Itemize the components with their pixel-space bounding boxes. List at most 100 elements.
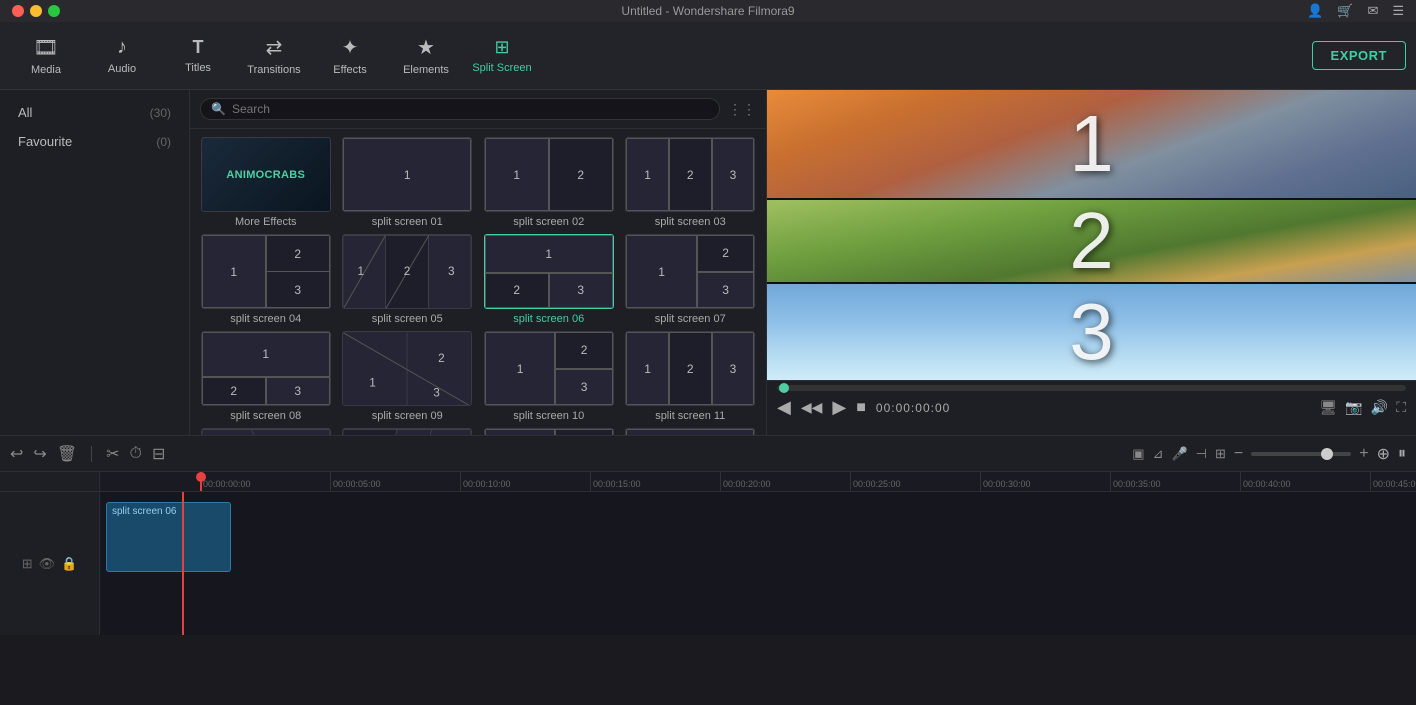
toolbar-titles[interactable]: T Titles — [162, 27, 234, 85]
split-screen-13-svg: 2 1 3 — [343, 429, 471, 435]
timeline-ruler: 00:00:00:00 00:00:05:00 00:00:10:00 00:0… — [100, 472, 1416, 492]
split-icon[interactable]: ⊿ — [1153, 446, 1164, 462]
timeline-right-tools: ▣ ⊿ 🎤 ⊣ ⊞ − + ⊕ ⏸ — [1132, 444, 1406, 464]
cart-icon[interactable]: 🛒 — [1337, 3, 1353, 19]
list-item[interactable]: 1 2 3 4 split screen 14 — [481, 428, 617, 435]
split-screen-04-label: split screen 04 — [230, 313, 301, 325]
export-button[interactable]: EXPORT — [1312, 41, 1406, 70]
list-item[interactable]: 1 2 3 split screen 05 — [340, 234, 476, 325]
category-all-count: (30) — [150, 106, 171, 120]
list-item[interactable]: 1 2 3 split screen 07 — [623, 234, 759, 325]
pause-track-button[interactable]: ⏸ — [1398, 445, 1406, 463]
ruler-spacer — [0, 472, 99, 492]
play-button[interactable]: ▶ — [832, 397, 846, 418]
grid-track-icon[interactable]: ⊞ — [22, 556, 33, 572]
stop-button[interactable]: ■ — [856, 399, 866, 417]
clip-block-split-screen-06[interactable]: split screen 06 — [106, 502, 231, 572]
close-button[interactable] — [12, 5, 24, 17]
zoom-slider[interactable] — [1251, 452, 1351, 456]
svg-text:1: 1 — [370, 376, 377, 390]
more-effects-label: More Effects — [235, 216, 297, 228]
search-input[interactable] — [232, 102, 709, 116]
list-item[interactable]: 1 2 3 split screen 06 — [481, 234, 617, 325]
toolbar-split-screen[interactable]: ⊞ Split Screen — [466, 27, 538, 85]
list-item[interactable]: 1 2 3 split screen 09 — [340, 331, 476, 422]
ruler-mark-4: 00:00:20:00 — [720, 472, 850, 491]
cut-button[interactable]: ✂ — [106, 444, 119, 464]
split-screen-14-thumb: 1 2 3 4 — [484, 428, 614, 435]
toolbar-elements[interactable]: ★ Elements — [390, 27, 462, 85]
split-screen-04-thumb: 1 2 3 — [201, 234, 331, 309]
rewind-button[interactable]: ◀ — [777, 397, 791, 418]
list-item[interactable]: 1 2 split screen 02 — [481, 137, 617, 228]
fullscreen-icon[interactable]: ⛶ — [1396, 399, 1406, 416]
zoom-slider-thumb — [1321, 448, 1333, 460]
detach-icon[interactable]: ⊣ — [1196, 446, 1207, 462]
mic-icon[interactable]: 🎤 — [1171, 446, 1187, 462]
grid-scroll[interactable]: ANIMOCRABS More Effects 1 split screen 0… — [190, 129, 766, 435]
effects-icon: ✦ — [342, 35, 359, 60]
category-favourite[interactable]: Favourite (0) — [4, 127, 185, 156]
pip-icon[interactable]: ⊞ — [1215, 446, 1226, 462]
split-screen-02-thumb: 1 2 — [484, 137, 614, 212]
timer-button[interactable]: ⏱ — [130, 445, 142, 463]
toolbar-audio-label: Audio — [108, 63, 136, 75]
preview-progress-bar[interactable] — [777, 385, 1406, 391]
zoom-out-button[interactable]: − — [1234, 445, 1243, 463]
step-back-button[interactable]: ◀◀ — [801, 399, 823, 416]
toolbar-elements-label: Elements — [403, 64, 449, 76]
redo-button[interactable]: ↪ — [33, 444, 46, 464]
screenshot-icon[interactable]: 📷 — [1345, 399, 1362, 416]
account-icon[interactable]: 👤 — [1307, 3, 1323, 19]
svg-text:2: 2 — [438, 351, 445, 365]
toolbar-effects[interactable]: ✦ Effects — [314, 27, 386, 85]
list-item[interactable]: 1 split screen 01 — [340, 137, 476, 228]
delete-button[interactable]: 🗑 — [57, 444, 77, 464]
mail-icon[interactable]: ✉ — [1367, 3, 1378, 19]
menu-icon[interactable]: ☰ — [1392, 3, 1404, 19]
search-box[interactable]: 🔍 — [200, 98, 720, 120]
list-item[interactable]: ANIMOCRABS More Effects — [198, 137, 334, 228]
ruler-mark-9: 00:00:45:00 — [1370, 472, 1416, 491]
toolbar-media[interactable]: 🎞 Media — [10, 27, 82, 85]
volume-icon[interactable]: 🔊 — [1371, 399, 1388, 416]
toolbar-split-label: Split Screen — [472, 62, 531, 74]
list-item[interactable]: 2 1 3 split screen 12 — [198, 428, 334, 435]
monitor-icon[interactable]: 🖥 — [1320, 399, 1338, 416]
eye-icon[interactable]: 👁 — [39, 556, 56, 572]
track-content[interactable]: split screen 06 — [100, 492, 1416, 635]
maximize-button[interactable] — [48, 5, 60, 17]
toolbar-transitions[interactable]: ⇄ Transitions — [238, 27, 310, 85]
media-icon: 🎞 — [33, 35, 58, 60]
playback-right-controls: 🖥 📷 🔊 ⛶ — [1320, 399, 1406, 416]
ruler-mark-3: 00:00:15:00 — [590, 472, 720, 491]
svg-text:3: 3 — [448, 264, 455, 278]
list-item[interactable]: 1 2 3 4 split screen 15 — [623, 428, 759, 435]
split-screen-07-thumb: 1 2 3 — [625, 234, 755, 309]
toolbar-audio[interactable]: ♪ Audio — [86, 27, 158, 85]
playback-controls: ◀ ◀◀ ▶ ■ 00:00:00:00 🖥 📷 🔊 ⛶ — [777, 397, 1406, 418]
zoom-in-button[interactable]: + — [1359, 445, 1368, 463]
lock-icon[interactable]: 🔒 — [61, 556, 77, 572]
split-screen-02-label: split screen 02 — [513, 216, 584, 228]
category-all[interactable]: All (30) — [4, 98, 185, 127]
split-screen-03-thumb: 1 2 3 — [625, 137, 755, 212]
track-type-icon[interactable]: ▣ — [1132, 446, 1144, 462]
list-item[interactable]: 1 2 3 split screen 08 — [198, 331, 334, 422]
ruler-mark-1: 00:00:05:00 — [330, 472, 460, 491]
list-item[interactable]: 1 2 3 split screen 03 — [623, 137, 759, 228]
preview-number-3: 3 — [1069, 286, 1114, 378]
ruler-mark-8: 00:00:40:00 — [1240, 472, 1370, 491]
list-item[interactable]: 1 2 3 split screen 04 — [198, 234, 334, 325]
list-item[interactable]: 1 2 3 split screen 10 — [481, 331, 617, 422]
preview-segment-1: 1 — [767, 90, 1416, 200]
settings-button[interactable]: ⊟ — [152, 444, 165, 464]
list-item[interactable]: 1 2 3 split screen 11 — [623, 331, 759, 422]
split-screen-07-label: split screen 07 — [655, 313, 726, 325]
list-item[interactable]: 2 1 3 split screen 13 — [340, 428, 476, 435]
add-track-button[interactable]: ⊕ — [1377, 444, 1390, 464]
split-screen-10-label: split screen 10 — [513, 410, 584, 422]
grid-view-icon[interactable]: ⋮⋮ — [728, 101, 756, 118]
undo-button[interactable]: ↩ — [10, 444, 23, 464]
minimize-button[interactable] — [30, 5, 42, 17]
